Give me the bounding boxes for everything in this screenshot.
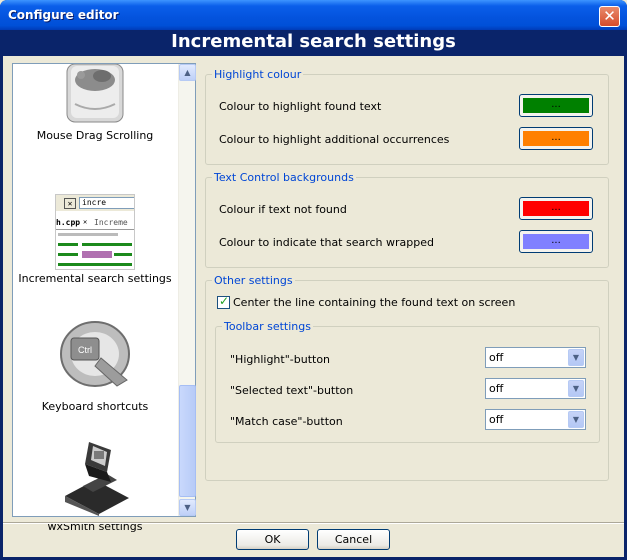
other-settings-legend: Other settings	[212, 274, 295, 287]
text-control-backgrounds-group: Text Control backgrounds Colour if text …	[205, 171, 609, 268]
list-item-keyboard-shortcuts[interactable]: Ctrl Keyboard shortcuts	[13, 316, 177, 413]
match-case-button-select[interactable]: off ▼	[485, 409, 586, 430]
selected-text-button-select[interactable]: off ▼	[485, 378, 586, 399]
title-bar[interactable]: Configure editor ✕	[0, 0, 627, 30]
search-wrapped-colour-label: Colour to indicate that search wrapped	[219, 236, 435, 249]
selected-text-button-value: off	[489, 382, 504, 395]
list-item-label: Mouse Drag Scrolling	[36, 129, 154, 142]
toolbar-settings-legend: Toolbar settings	[222, 320, 313, 333]
wxsmith-icon	[65, 442, 129, 516]
list-item-incremental-search[interactable]: ✕ incre h.cpp ✕ Increme Incremental sear…	[13, 194, 177, 285]
preview-tab-close-icon: ✕	[83, 218, 88, 226]
selected-text-button-label: "Selected text"-button	[230, 384, 354, 397]
highlight-button-label: "Highlight"-button	[230, 353, 331, 366]
dialog-body: Incremental search settings Mouse Drag S…	[3, 30, 624, 557]
highlight-colour-legend: Highlight colour	[212, 68, 304, 81]
additional-occurrences-colour-label: Colour to highlight additional occurrenc…	[219, 133, 450, 146]
not-found-colour-swatch: ...	[523, 201, 589, 216]
not-found-colour-label: Colour if text not found	[219, 203, 347, 216]
keyboard-shortcuts-icon: Ctrl	[60, 321, 130, 387]
toolbar-settings-group: Toolbar settings "Highlight"-button off …	[215, 320, 600, 443]
scroll-up-button[interactable]: ▲	[179, 64, 196, 81]
center-line-label[interactable]: Center the line containing the found tex…	[233, 296, 515, 309]
search-wrapped-colour-swatch: ...	[523, 234, 589, 249]
chevron-down-icon[interactable]: ▼	[568, 380, 584, 397]
cancel-button[interactable]: Cancel	[317, 529, 390, 550]
match-case-button-value: off	[489, 413, 504, 426]
ctrl-key-text: Ctrl	[78, 345, 92, 355]
other-settings-group: Other settings ✓ Center the line contain…	[205, 274, 609, 481]
chevron-down-icon[interactable]: ▼	[568, 349, 584, 366]
scroll-thumb[interactable]	[179, 385, 196, 497]
dialog-window: Configure editor ✕ Incremental search se…	[0, 0, 627, 560]
list-item-wxsmith[interactable]: wxSmith settings	[13, 436, 177, 533]
close-search-icon: ✕	[64, 198, 76, 209]
list-item-label: Incremental search settings	[18, 272, 172, 285]
window-title: Configure editor	[8, 8, 119, 22]
match-case-button-label: "Match case"-button	[230, 415, 343, 428]
mouse-icon	[66, 64, 124, 123]
preview-search-box: incre	[79, 197, 134, 209]
not-found-colour-button[interactable]: ...	[519, 197, 593, 220]
additional-occurrences-colour-swatch: ...	[523, 131, 589, 146]
center-line-checkbox[interactable]: ✓	[217, 294, 230, 309]
incremental-search-preview: ✕ incre h.cpp ✕ Increme	[55, 194, 135, 270]
found-text-colour-swatch: ...	[523, 98, 589, 113]
highlight-button-value: off	[489, 351, 504, 364]
preview-tab-1: h.cpp	[56, 218, 81, 227]
search-wrapped-colour-button[interactable]: ...	[519, 230, 593, 253]
found-text-colour-button[interactable]: ...	[519, 94, 593, 117]
close-button[interactable]: ✕	[599, 6, 620, 27]
footer-divider	[3, 522, 624, 524]
highlight-colour-group: Highlight colour Colour to highlight fou…	[205, 68, 609, 165]
text-control-backgrounds-legend: Text Control backgrounds	[212, 171, 356, 184]
checkmark-icon: ✓	[219, 294, 230, 308]
additional-occurrences-colour-button[interactable]: ...	[519, 127, 593, 150]
highlight-button-select[interactable]: off ▼	[485, 347, 586, 368]
list-scrollbar[interactable]: ▲ ▼	[178, 64, 196, 516]
list-item-mouse-drag-scrolling[interactable]: Mouse Drag Scrolling	[13, 64, 177, 142]
scroll-down-button[interactable]: ▼	[179, 499, 196, 516]
found-text-colour-label: Colour to highlight found text	[219, 100, 382, 113]
preview-tab-2: Increme	[94, 218, 128, 227]
chevron-down-icon[interactable]: ▼	[568, 411, 584, 428]
settings-category-list[interactable]: Mouse Drag Scrolling ✕ incre h.cpp ✕ Inc…	[12, 63, 196, 533]
page-banner: Incremental search settings	[3, 30, 624, 56]
list-item-label: Keyboard shortcuts	[41, 400, 149, 413]
ok-button[interactable]: OK	[236, 529, 309, 550]
